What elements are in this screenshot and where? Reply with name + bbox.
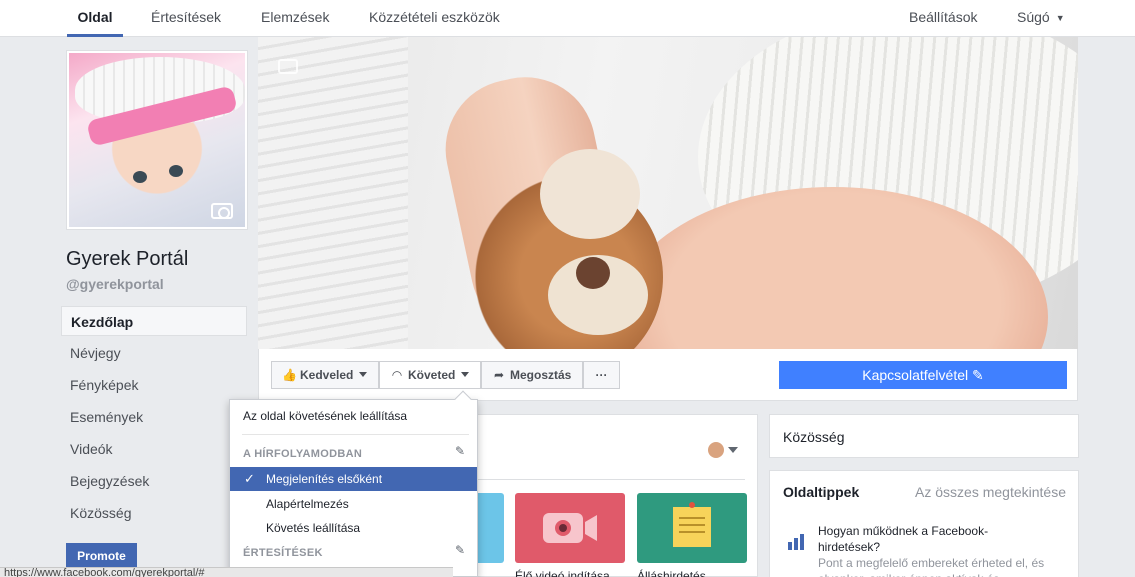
camera-icon[interactable] bbox=[278, 59, 298, 74]
emoji-icon[interactable] bbox=[708, 442, 724, 458]
share-arrow-icon: ➦ bbox=[493, 368, 505, 382]
community-card[interactable]: Közösség bbox=[769, 414, 1079, 458]
tab-insights[interactable]: Elemzések bbox=[261, 0, 329, 37]
tab-page[interactable]: Oldal bbox=[67, 0, 123, 37]
teddy-ear-shape bbox=[540, 149, 640, 239]
more-button[interactable]: ··· bbox=[583, 361, 620, 389]
tip-body: Pont a megfelelő embereket érheted el, é… bbox=[818, 556, 1045, 577]
tab-publishing-tools[interactable]: Közzétételi eszközök bbox=[369, 0, 500, 37]
video-camera-icon bbox=[543, 513, 597, 543]
tip-heading[interactable]: Hogyan működnek a Facebook-hirdetések? bbox=[818, 523, 1038, 555]
pencil-icon: ✎ bbox=[972, 367, 984, 383]
contact-label: Kapcsolatfelvétel bbox=[862, 367, 969, 383]
sidebar-item-videos[interactable]: Videók bbox=[61, 434, 247, 464]
see-first-label: Megjelenítés elsőként bbox=[266, 472, 383, 486]
eye-shape bbox=[169, 165, 183, 177]
page-tips-card: Oldaltippek Az összes megtekintése Hogya… bbox=[769, 470, 1079, 577]
menu-item-unfollow[interactable]: Követés leállítása bbox=[230, 516, 477, 540]
share-label: Megosztás bbox=[510, 368, 572, 382]
page-name: Gyerek Portál bbox=[66, 248, 189, 270]
camera-icon[interactable] bbox=[211, 203, 233, 219]
teddy-nose-shape bbox=[576, 257, 610, 289]
promote-button[interactable]: Promote bbox=[66, 543, 137, 569]
live-video-label: Élő videó indítása bbox=[515, 569, 610, 577]
tab-notifications[interactable]: Értesítések bbox=[151, 0, 221, 37]
thumbs-up-icon: 👍 bbox=[282, 368, 297, 382]
like-label: Kedveled bbox=[300, 368, 354, 382]
caret-down-icon bbox=[359, 372, 368, 377]
caret-down-icon bbox=[461, 372, 470, 377]
section-in-news-feed: A HÍRFOLYAMODBAN bbox=[243, 448, 363, 460]
job-post-tile[interactable] bbox=[637, 493, 747, 563]
blanket-shape bbox=[258, 37, 408, 349]
help-menu[interactable]: Súgó ▼ bbox=[1017, 0, 1065, 37]
cover-photo[interactable] bbox=[258, 37, 1078, 349]
contact-button[interactable]: Kapcsolatfelvétel ✎ bbox=[779, 361, 1067, 389]
sidebar-item-about[interactable]: Névjegy bbox=[61, 338, 247, 368]
bar-chart-icon bbox=[788, 534, 804, 550]
sidebar-item-photos[interactable]: Fényképek bbox=[61, 370, 247, 400]
pencil-icon[interactable]: ✎ bbox=[455, 543, 465, 557]
checkmark-icon: ✓ bbox=[244, 471, 255, 486]
help-label: Súgó bbox=[1017, 9, 1050, 25]
follow-dropdown-menu: Az oldal követésének leállítása A HÍRFOL… bbox=[229, 390, 478, 577]
section-notifications: ÉRTESÍTÉSEK bbox=[243, 547, 323, 559]
settings-link[interactable]: Beállítások bbox=[909, 0, 977, 37]
divider bbox=[242, 434, 469, 435]
browser-status-bar: https://www.facebook.com/gyerekportal/# bbox=[0, 567, 453, 577]
live-video-tile[interactable] bbox=[515, 493, 625, 563]
menu-item-see-first[interactable]: ✓ Megjelenítés elsőként bbox=[230, 467, 477, 491]
community-title: Közösség bbox=[783, 429, 845, 445]
sidebar-item-posts[interactable]: Bejegyzések bbox=[61, 466, 247, 496]
menu-item-default[interactable]: Alapértelmezés bbox=[230, 492, 477, 516]
rss-icon: ◠ bbox=[392, 368, 402, 382]
page-username[interactable]: @gyerekportal bbox=[66, 276, 164, 292]
eye-shape bbox=[133, 171, 147, 183]
job-post-label: Álláshirdetés bbox=[637, 569, 706, 577]
page-tips-title: Oldaltippek bbox=[783, 484, 860, 500]
sidebar-item-home[interactable]: Kezdőlap bbox=[61, 306, 247, 336]
note-icon bbox=[673, 502, 711, 547]
menu-item-unfollow-page[interactable]: Az oldal követésének leállítása bbox=[230, 404, 477, 428]
follow-button[interactable]: ◠ Követed bbox=[379, 361, 481, 389]
profile-photo-baby bbox=[69, 53, 245, 227]
top-navigation: Oldal Értesítések Elemzések Közzétételi … bbox=[0, 0, 1135, 37]
page-action-bar: 👍 Kedveled ◠ Követed ➦ Megosztás ··· Kapcso… bbox=[258, 349, 1078, 401]
sidebar-item-events[interactable]: Események bbox=[61, 402, 247, 432]
caret-down-icon[interactable] bbox=[728, 447, 738, 453]
sidebar-item-community[interactable]: Közösség bbox=[61, 498, 247, 528]
share-button[interactable]: ➦ Megosztás bbox=[481, 361, 583, 389]
pencil-icon[interactable]: ✎ bbox=[455, 444, 465, 458]
follow-label: Követed bbox=[408, 368, 456, 382]
see-all-link[interactable]: Az összes megtekintése bbox=[915, 484, 1066, 500]
profile-picture[interactable] bbox=[66, 50, 248, 230]
caret-down-icon: ▼ bbox=[1055, 13, 1065, 23]
like-button[interactable]: 👍 Kedveled bbox=[271, 361, 379, 389]
